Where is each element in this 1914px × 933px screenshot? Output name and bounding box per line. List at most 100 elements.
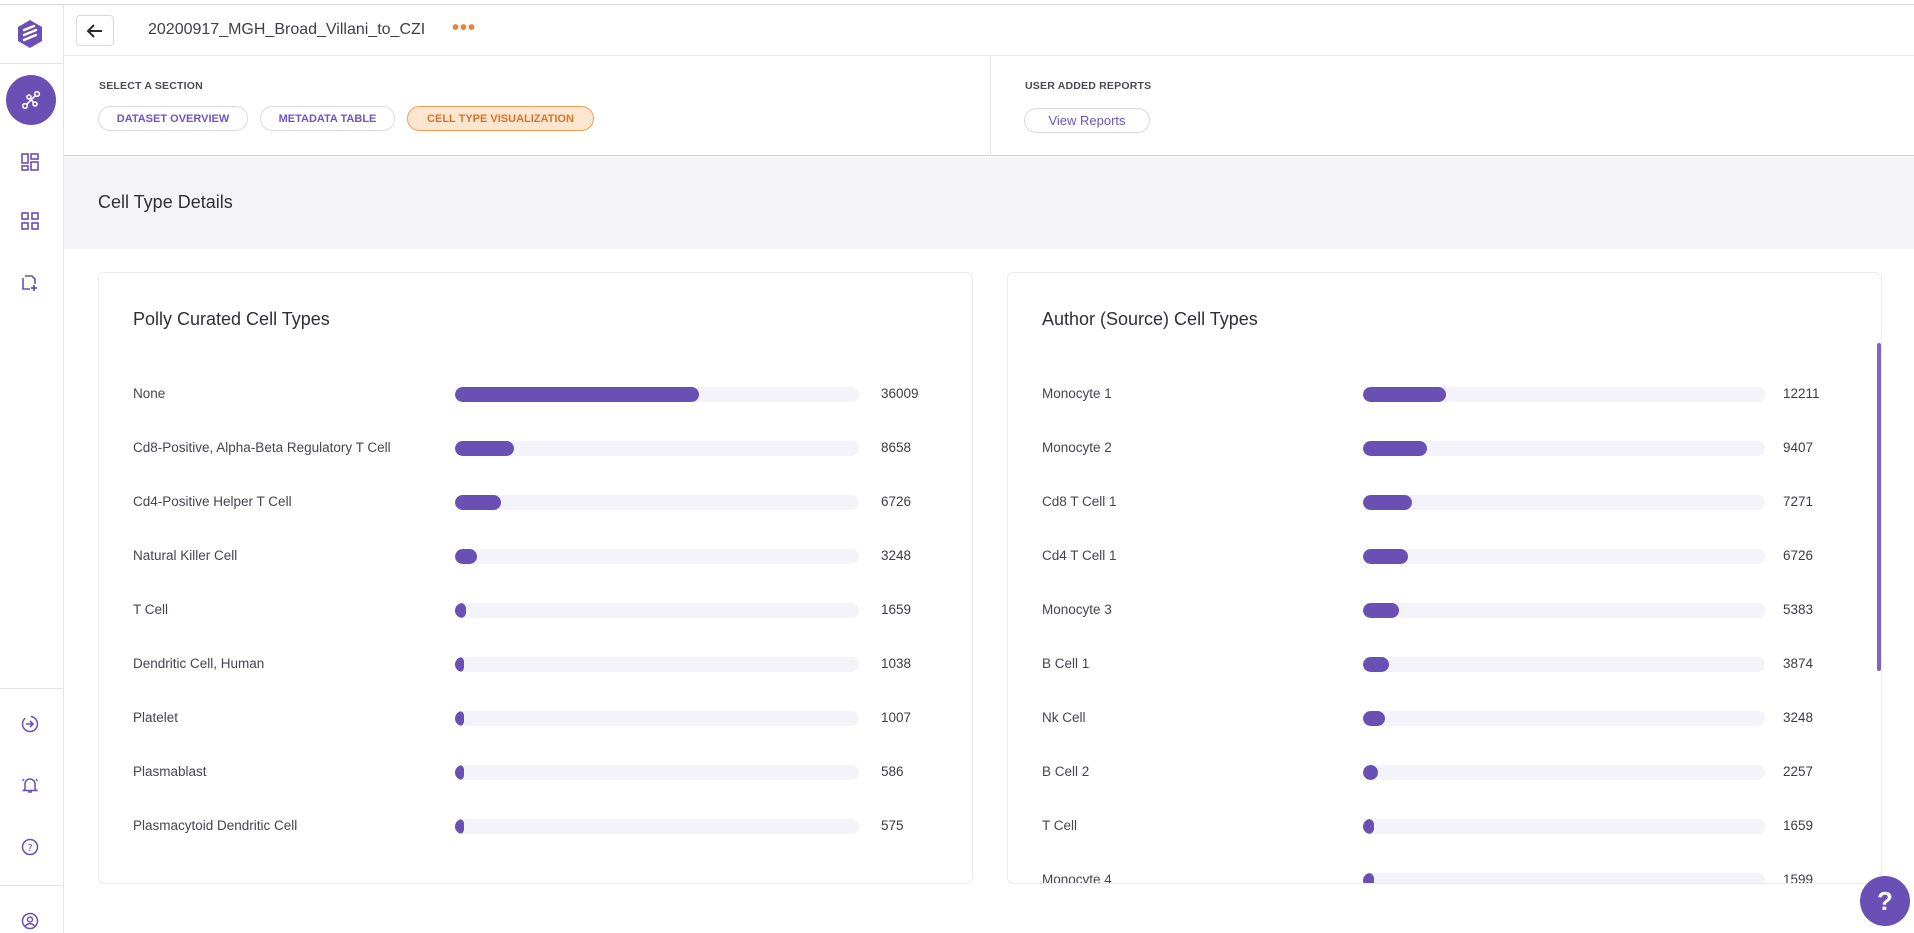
add-file-icon[interactable] (19, 271, 41, 293)
bar-label: Cd4 T Cell 1 (1042, 548, 1117, 563)
bar-value: 1659 (881, 602, 912, 617)
bar-value: 5383 (1783, 602, 1814, 617)
bar-row: Cd8-Positive, Alpha-Beta Regulatory T Ce… (99, 437, 972, 461)
bell-icon[interactable] (19, 774, 41, 796)
bar-row: Dendritic Cell, Human 1038 (99, 653, 972, 677)
bar-row: Nk Cell 3248 (1008, 707, 1881, 731)
select-section-label: SELECT A SECTION (99, 80, 203, 92)
bar-row: Plasmablast 586 (99, 761, 972, 785)
bar-row: Cd8 T Cell 1 7271 (1008, 491, 1881, 515)
back-button[interactable] (76, 15, 114, 46)
bar-value: 1659 (1783, 818, 1814, 833)
sidebar-divider (0, 63, 63, 64)
bar (455, 819, 464, 834)
panel-title: Author (Source) Cell Types (1042, 309, 1258, 329)
details-header: Cell Type Details (64, 157, 1914, 249)
bar-track (1363, 549, 1765, 564)
bar-row: Platelet 1007 (99, 707, 972, 731)
bar-track (455, 765, 859, 780)
bar (1363, 387, 1446, 402)
bar-row: Monocyte 2 9407 (1008, 437, 1881, 461)
bar-value: 8658 (881, 440, 912, 455)
bar-value: 36009 (881, 386, 919, 401)
bar-label: Natural Killer Cell (133, 548, 238, 563)
bar (1363, 549, 1408, 564)
bar-value: 1599 (1783, 872, 1814, 884)
bar-track (455, 441, 859, 456)
bar-value: 3874 (1783, 656, 1814, 671)
bar-row: T Cell 1659 (99, 599, 972, 623)
bar (455, 549, 477, 564)
bar (455, 711, 464, 726)
sidebar: ? (0, 5, 64, 933)
arrow-left-icon (87, 23, 102, 38)
bar (1363, 819, 1374, 834)
bar-row: Plasmacytoid Dendritic Cell 575 (99, 815, 972, 839)
bar (1363, 657, 1389, 672)
dataset-title: 20200917_MGH_Broad_Villani_to_CZI (148, 21, 426, 38)
bar (455, 495, 501, 510)
bar-label: Monocyte 3 (1042, 602, 1112, 617)
bar-label: T Cell (1042, 818, 1078, 833)
network-icon (21, 90, 41, 110)
help-fab-button[interactable]: ? (1860, 876, 1910, 926)
bar-value: 575 (881, 818, 904, 833)
scrollbar[interactable] (1877, 343, 1881, 671)
bar (455, 441, 514, 456)
bar-label: Platelet (133, 710, 179, 725)
bar-label: Cd4-Positive Helper T Cell (133, 494, 292, 509)
bar-label: Plasmacytoid Dendritic Cell (133, 818, 298, 833)
user-icon[interactable] (19, 910, 41, 932)
bar-value: 3248 (881, 548, 912, 563)
tab-cell-type-visualization[interactable]: CELL TYPE VISUALIZATION (407, 106, 594, 131)
section-divider (990, 56, 991, 156)
bar-value: 2257 (1783, 764, 1814, 779)
bar-label: Monocyte 1 (1042, 386, 1112, 401)
bar-value: 7271 (1783, 494, 1814, 509)
bar-track (1363, 441, 1765, 456)
bar (455, 603, 466, 618)
bar-row: None 36009 (99, 383, 972, 407)
bar (1363, 765, 1378, 780)
bar-track (1363, 819, 1765, 834)
bar-value: 6726 (1783, 548, 1814, 563)
bar-value: 3248 (1783, 710, 1814, 725)
bar-row: Monocyte 4 1599 (1008, 869, 1881, 884)
bar-value: 1038 (881, 656, 912, 671)
sidebar-divider (0, 688, 63, 689)
bar-track (1363, 711, 1765, 726)
tab-metadata-table[interactable]: METADATA TABLE (260, 106, 395, 131)
bar-value: 6726 (881, 494, 912, 509)
bar-track (1363, 873, 1765, 883)
author-source-panel: Author (Source) Cell Types Monocyte 1 122… (1007, 272, 1882, 884)
svg-text:?: ? (27, 843, 32, 854)
bar-track (455, 657, 859, 672)
bar-track (455, 495, 859, 510)
bar-label: B Cell 1 (1042, 656, 1090, 671)
bar-row: Cd4-Positive Helper T Cell 6726 (99, 491, 972, 515)
sidebar-divider (0, 885, 63, 886)
bar-label: Cd8 T Cell 1 (1042, 494, 1117, 509)
sidebar-item-workspace[interactable] (6, 75, 56, 125)
section-selector: SELECT A SECTION DATASET OVERVIEW METADA… (64, 56, 1914, 156)
polly-curated-panel: Polly Curated Cell Types None 36009 Cd8-Po… (98, 272, 973, 884)
bar-track (455, 387, 859, 402)
bar-row: T Cell 1659 (1008, 815, 1881, 839)
login-icon[interactable] (19, 713, 41, 735)
tab-dataset-overview[interactable]: DATASET OVERVIEW (98, 106, 248, 131)
bar-label: Monocyte 4 (1042, 872, 1112, 884)
bar (455, 387, 699, 402)
logo-icon[interactable] (16, 19, 44, 49)
grid-icon[interactable] (19, 210, 41, 232)
bar (455, 657, 464, 672)
view-reports-button[interactable]: View Reports (1024, 108, 1150, 133)
bar-label: B Cell 2 (1042, 764, 1090, 779)
bar (1363, 873, 1374, 883)
bar-row: Monocyte 1 12211 (1008, 383, 1881, 407)
bar-label: None (133, 386, 166, 401)
help-icon[interactable]: ? (19, 836, 41, 858)
bar-value: 12211 (1783, 386, 1820, 401)
dashboard-icon[interactable] (19, 151, 41, 173)
more-options-icon[interactable]: ••• (452, 17, 476, 40)
bar-track (1363, 657, 1765, 672)
